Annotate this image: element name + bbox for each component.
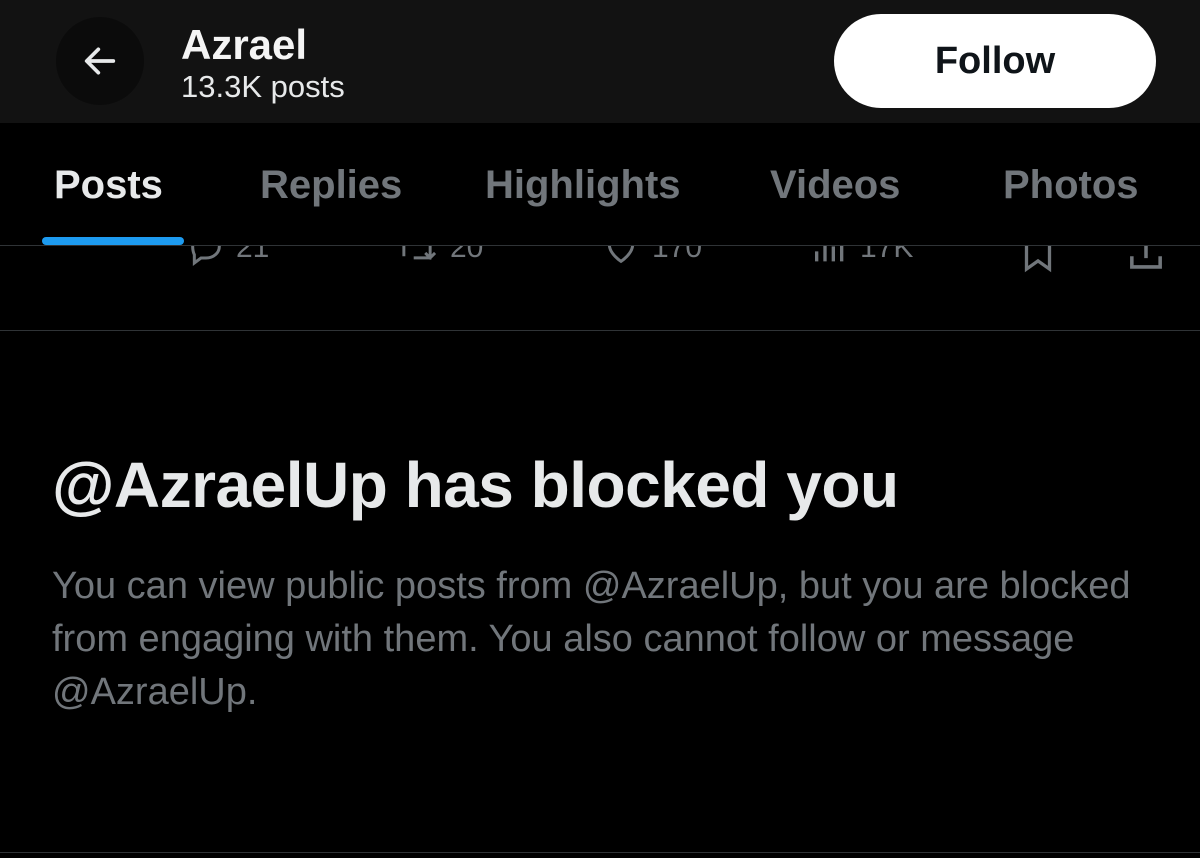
active-tab-indicator [42,237,184,245]
views-count: 17K [860,246,914,264]
bookmark-icon [1024,246,1052,273]
post-action-row: 21 20 170 17K [0,246,1200,330]
profile-header: Azrael 13.3K posts Follow [0,0,1200,123]
profile-tabs: Posts Replies Highlights Videos Photos [0,123,1200,245]
blocked-description: You can view public posts from @AzraelUp… [52,565,1131,713]
views-icon [815,246,844,262]
like-count: 170 [652,246,703,264]
repost-count: 20 [450,246,484,264]
like-icon [608,246,634,264]
profile-name: Azrael [181,21,308,68]
reply-icon [191,246,221,266]
back-button[interactable] [56,17,144,105]
blocked-heading: @AzraelUp has blocked you [52,449,899,521]
bottom-divider [0,852,1200,853]
share-action[interactable] [1124,246,1168,274]
tab-highlights[interactable]: Highlights [485,161,681,209]
reply-count: 21 [236,246,270,264]
bookmark-action[interactable] [1018,246,1058,274]
repost-action[interactable]: 20 [394,246,483,268]
post-count: 13.3K posts [181,69,345,104]
share-icon [1130,246,1162,269]
like-action[interactable]: 170 [600,246,702,268]
post-divider [0,330,1200,331]
tab-posts[interactable]: Posts [54,161,163,209]
tab-videos[interactable]: Videos [770,161,900,209]
tab-replies[interactable]: Replies [260,161,402,209]
views-action[interactable]: 17K [810,246,913,268]
repost-icon [402,246,437,260]
follow-button[interactable]: Follow [834,14,1156,108]
tab-photos[interactable]: Photos [1003,161,1139,209]
reply-action[interactable]: 21 [186,246,269,268]
back-arrow-icon [84,47,116,75]
